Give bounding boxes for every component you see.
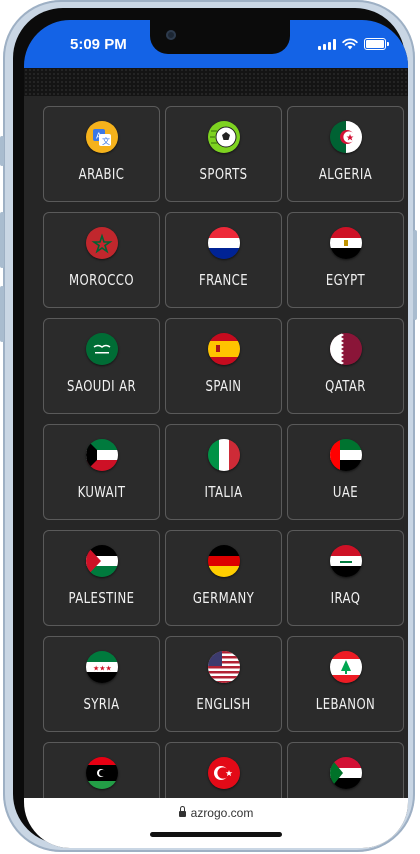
category-grid-area: A 文 ARABIC SPORTS ALGERIA MOROCCO FRANCE EGYPT S… [24, 96, 408, 798]
category-tile[interactable]: IRAQ [287, 530, 404, 626]
category-label: KUWAIT [77, 483, 126, 501]
saudi-arabia-flag-icon [86, 333, 118, 365]
front-camera [166, 30, 176, 40]
category-tile[interactable]: ALGERIA [287, 106, 404, 202]
france-flag-icon [208, 227, 240, 259]
soccer-ball-icon [208, 121, 240, 153]
category-tile[interactable]: MOROCCO [43, 212, 160, 308]
volume-down-button [0, 286, 4, 342]
category-label: LEBANON [315, 695, 376, 713]
iraq-flag-icon [330, 545, 362, 577]
category-label: SYRIA [83, 695, 120, 713]
germany-flag-icon [208, 545, 240, 577]
category-tile[interactable]: SPORTS [165, 106, 282, 202]
cellular-signal-icon [318, 39, 336, 50]
status-time: 5:09 PM [70, 36, 127, 53]
category-label: FRANCE [198, 271, 249, 289]
category-tile[interactable]: GERMANY [165, 530, 282, 626]
svg-text:★★★: ★★★ [93, 665, 112, 673]
category-tile[interactable]: A 文 ARABIC [43, 106, 160, 202]
category-label: PALESTINE [68, 589, 135, 607]
category-tile[interactable]: PALESTINE [43, 530, 160, 626]
category-label: MOROCCO [69, 271, 134, 289]
app-header-strip [24, 68, 408, 96]
syria-flag-icon: ★★★ [86, 651, 118, 683]
category-tile[interactable]: LEBANON [287, 636, 404, 732]
category-tile[interactable]: FRANCE [165, 212, 282, 308]
kuwait-flag-icon [86, 439, 118, 471]
sudan-flag-icon [330, 757, 362, 789]
browser-url-bar: azrogo.com [24, 798, 408, 848]
usa-flag-icon [208, 651, 240, 683]
battery-icon [364, 38, 389, 50]
status-bar: 5:09 PM [24, 20, 408, 68]
category-label: ALGERIA [318, 165, 373, 183]
category-label: SPORTS [199, 165, 248, 183]
url-display[interactable]: azrogo.com [24, 806, 408, 820]
category-label: EGYPT [325, 271, 366, 289]
category-label: ITALIA [204, 483, 243, 501]
category-tile[interactable] [165, 742, 282, 798]
wifi-icon [342, 38, 358, 50]
category-tile[interactable]: QATAR [287, 318, 404, 414]
category-label: IRAQ [330, 589, 361, 607]
category-tile[interactable]: ★★★ SYRIA [43, 636, 160, 732]
category-tile[interactable]: ENGLISH [165, 636, 282, 732]
category-tile[interactable]: SPAIN [165, 318, 282, 414]
phone-screen: 5:09 PM A 文 ARABIC SPORTS ALGERIA MOROCCO FRAN… [24, 20, 408, 848]
egypt-flag-icon [330, 227, 362, 259]
category-label: UAE [332, 483, 359, 501]
qatar-flag-icon [330, 333, 362, 365]
power-button [413, 230, 417, 320]
spain-flag-icon [208, 333, 240, 365]
category-tile[interactable] [287, 742, 404, 798]
category-tile[interactable]: SAOUDI AR [43, 318, 160, 414]
category-label: ENGLISH [196, 695, 251, 713]
volume-up-button [0, 212, 4, 268]
algeria-flag-icon [330, 121, 362, 153]
signal-wifi-group [318, 38, 358, 50]
mute-switch [0, 136, 4, 166]
category-tile[interactable]: EGYPT [287, 212, 404, 308]
translate-icon: A文 [86, 121, 118, 153]
category-tile[interactable]: KUWAIT [43, 424, 160, 520]
turkey-flag-icon [208, 757, 240, 789]
category-label: ARABIC [78, 165, 125, 183]
category-tile[interactable]: UAE [287, 424, 404, 520]
svg-text:文: 文 [102, 136, 110, 146]
libya-flag-icon [86, 757, 118, 789]
category-label: GERMANY [192, 589, 255, 607]
category-grid: A 文 ARABIC SPORTS ALGERIA MOROCCO FRANCE EGYPT S… [43, 106, 404, 798]
italy-flag-icon [208, 439, 240, 471]
category-tile[interactable]: ITALIA [165, 424, 282, 520]
palestine-flag-icon [86, 545, 118, 577]
lebanon-flag-icon [330, 651, 362, 683]
category-label: SPAIN [205, 377, 242, 395]
url-text: azrogo.com [190, 806, 254, 820]
morocco-flag-icon [86, 227, 118, 259]
category-tile[interactable] [43, 742, 160, 798]
category-label: SAOUDI AR [66, 377, 137, 395]
notch [150, 20, 290, 54]
category-label: QATAR [325, 377, 366, 395]
uae-flag-icon [330, 439, 362, 471]
home-indicator[interactable] [150, 832, 282, 837]
lock-icon [178, 806, 186, 817]
